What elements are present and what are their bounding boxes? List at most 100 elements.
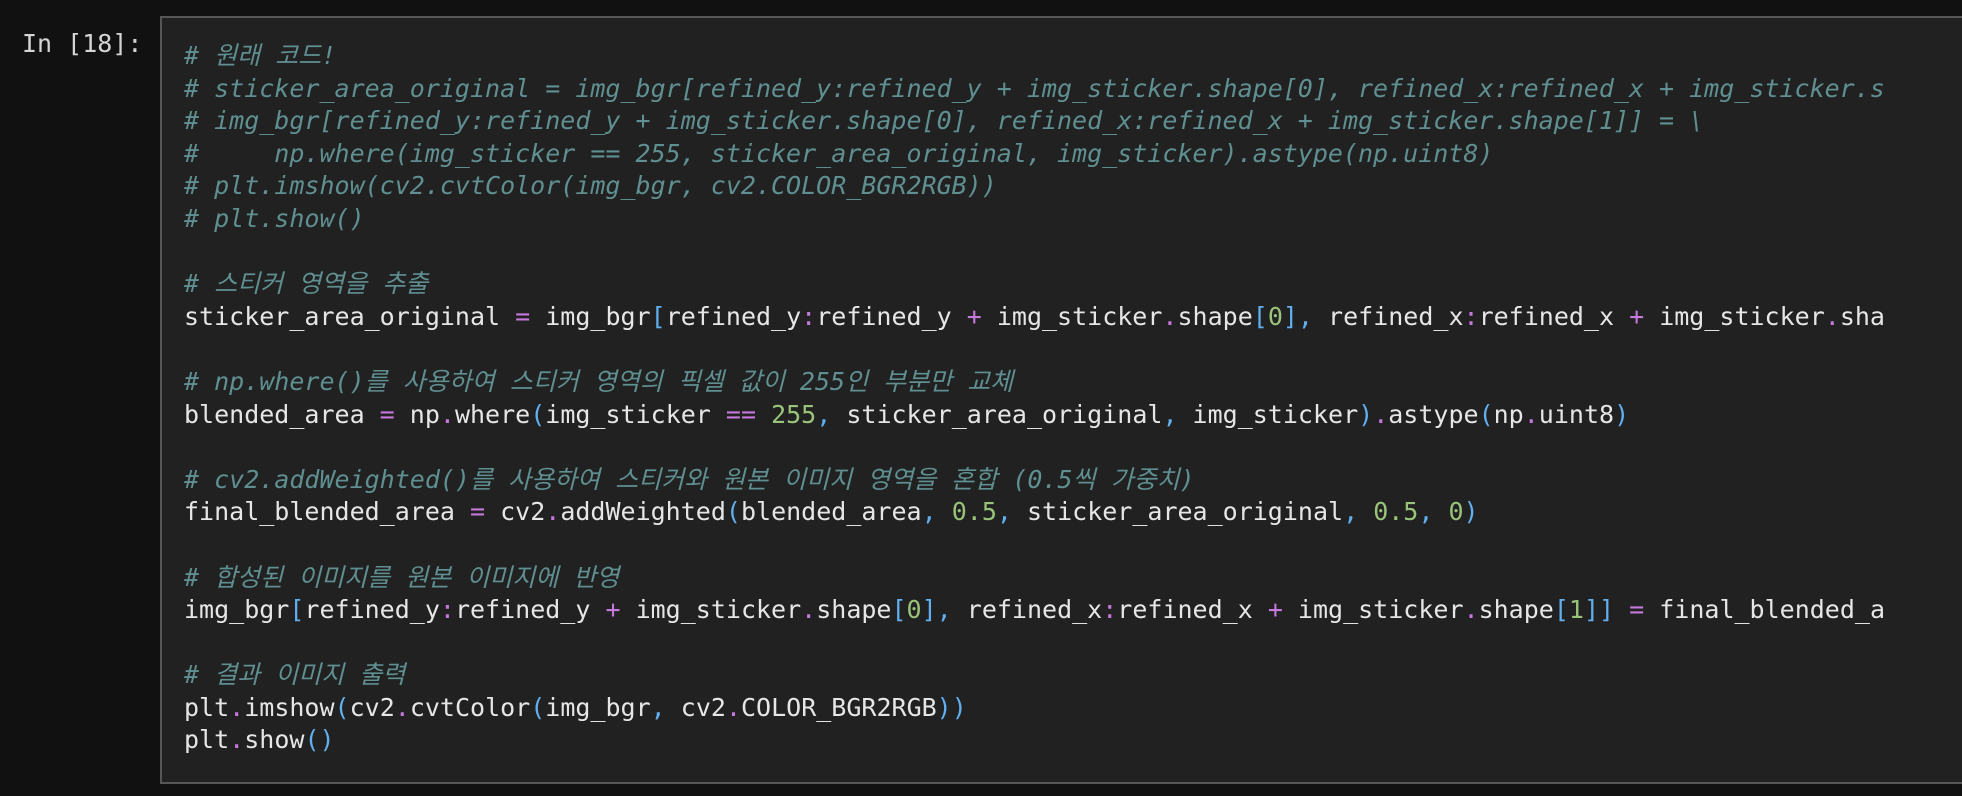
- code-token: blended_area: [184, 399, 380, 429]
- code-comment: # img_bgr[refined_y:refined_y + img_stic…: [184, 106, 1705, 136]
- code-token: refined_x: [1478, 301, 1630, 331]
- code-token: ==: [725, 399, 757, 429]
- code-token: 0: [1448, 497, 1464, 527]
- code-token: :: [439, 595, 455, 625]
- code-token: (): [304, 725, 335, 755]
- code-comment: # 합성된 이미지를 원본 이미지에 반영: [184, 562, 620, 592]
- code-token: img_bgr: [545, 692, 651, 722]
- code-token: .: [229, 725, 245, 755]
- code-line: plt.show(): [184, 724, 1885, 757]
- code-token: uint8: [1538, 399, 1615, 429]
- code-token: [: [1252, 301, 1268, 331]
- code-token: ,: [816, 399, 832, 429]
- code-token: img_sticker: [620, 595, 802, 625]
- code-token: ,: [996, 497, 1012, 527]
- code-token: shape: [1177, 301, 1253, 331]
- code-token: 255: [771, 399, 817, 429]
- code-editor[interactable]: # 원래 코드! # sticker_area_original = img_bg…: [184, 40, 1885, 757]
- code-token: (: [1478, 399, 1494, 429]
- code-token: (: [530, 399, 546, 429]
- code-token: :: [1102, 595, 1118, 625]
- code-line: ​: [184, 529, 1885, 562]
- code-token: [: [289, 595, 305, 625]
- code-token: =: [469, 497, 486, 527]
- code-token: img_bgr: [530, 301, 651, 331]
- code-token: ): [1463, 497, 1479, 527]
- code-token: img_sticker: [1282, 595, 1464, 625]
- cell-prompt: In [18]:: [22, 29, 143, 58]
- code-token: ): [1358, 399, 1374, 429]
- code-token: np: [394, 399, 440, 429]
- code-token: img_sticker: [545, 399, 726, 429]
- code-token: sticker_area_original: [184, 301, 516, 331]
- code-token: 0.5: [1373, 497, 1419, 527]
- code-token: img_sticker: [981, 301, 1163, 331]
- code-token: =: [515, 301, 531, 331]
- code-line: sticker_area_original = img_bgr[refined_…: [184, 301, 1885, 334]
- code-token: cv2: [485, 497, 546, 527]
- code-token: [: [891, 595, 907, 625]
- code-token: ,: [1162, 399, 1178, 429]
- code-line: # np.where()를 사용하여 스티커 영역의 픽셀 값이 255인 부분…: [184, 366, 1885, 399]
- code-comment: # 원래 코드!: [184, 41, 337, 70]
- code-token: where: [454, 399, 531, 429]
- code-line: # img_bgr[refined_y:refined_y + img_stic…: [184, 105, 1885, 138]
- code-token: ],: [921, 595, 952, 625]
- code-token: refined_y: [665, 301, 802, 331]
- code-token: .: [1162, 301, 1178, 331]
- code-line: ​: [184, 333, 1885, 366]
- code-comment: # 결과 이미지 출력: [184, 660, 406, 690]
- code-token: 0.5: [951, 497, 997, 527]
- code-token: astype: [1388, 399, 1479, 429]
- code-line: # 합성된 이미지를 원본 이미지에 반영: [184, 562, 1885, 595]
- code-token: refined_x: [1312, 301, 1464, 331]
- code-line: blended_area = np.where(img_sticker == 2…: [184, 399, 1885, 432]
- code-token: cv2: [665, 692, 726, 722]
- code-line: # plt.show(): [184, 203, 1885, 236]
- code-token: .: [394, 692, 410, 722]
- code-token: ,: [650, 692, 666, 722]
- code-token: imshow: [244, 692, 335, 722]
- code-token: :: [1463, 301, 1479, 331]
- code-comment: # plt.show(): [184, 203, 365, 233]
- code-line: # 결과 이미지 출력: [184, 659, 1885, 692]
- code-token: .: [1824, 301, 1840, 331]
- code-token: ): [1614, 399, 1630, 429]
- code-token: shape: [1478, 595, 1554, 625]
- code-token: 1: [1568, 595, 1584, 625]
- code-token: addWeighted: [560, 497, 726, 527]
- code-line: img_bgr[refined_y:refined_y + img_sticke…: [184, 594, 1885, 627]
- code-token: plt: [184, 725, 230, 755]
- code-token: refined_x: [951, 595, 1103, 625]
- code-line: ​: [184, 236, 1885, 269]
- code-token: plt: [184, 692, 230, 722]
- code-token: =: [1629, 595, 1645, 625]
- code-line: # sticker_area_original = img_bgr[refine…: [184, 73, 1885, 106]
- code-token: sha: [1839, 301, 1885, 331]
- code-token: refined_y: [454, 595, 606, 625]
- code-token: ,: [1343, 497, 1359, 527]
- code-token: .: [545, 497, 561, 527]
- code-token: [: [650, 301, 666, 331]
- code-token: refined_x: [1117, 595, 1268, 625]
- code-comment: # np.where()를 사용하여 스티커 영역의 픽셀 값이 255인 부분…: [184, 366, 1014, 396]
- code-comment: # plt.imshow(cv2.cvtColor(img_bgr, cv2.C…: [184, 171, 997, 201]
- code-token: COLOR_BGR2RGB: [741, 692, 937, 722]
- code-line: # np.where(img_sticker == 255, sticker_a…: [184, 138, 1885, 171]
- code-token: ,: [1418, 497, 1434, 527]
- code-line: # plt.imshow(cv2.cvtColor(img_bgr, cv2.C…: [184, 170, 1885, 203]
- code-token: (: [725, 497, 741, 527]
- code-token: :: [801, 301, 817, 331]
- code-token: [: [1553, 595, 1569, 625]
- code-token: +: [1629, 301, 1645, 331]
- code-cell[interactable]: # 원래 코드! # sticker_area_original = img_bg…: [160, 16, 1962, 784]
- code-line: # cv2.addWeighted()를 사용하여 스티커와 원본 이미지 영역…: [184, 464, 1885, 497]
- code-token: cv2: [349, 692, 395, 722]
- code-token: ]]: [1583, 595, 1615, 625]
- code-token: final_blended_area: [184, 497, 470, 527]
- code-token: final_blended_a: [1644, 595, 1886, 625]
- code-comment: # 스티커 영역을 추출: [184, 269, 429, 299]
